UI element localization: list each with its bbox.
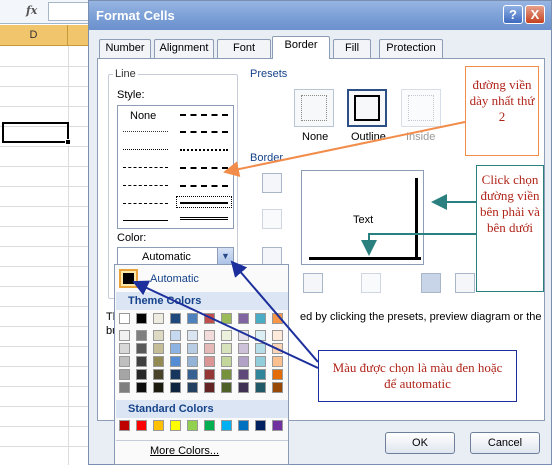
arrow-teal-bottom	[361, 233, 476, 256]
annotation-arrows	[132, 121, 476, 369]
arrow-orange	[223, 121, 466, 177]
arrow-blue-swatch	[132, 280, 319, 369]
